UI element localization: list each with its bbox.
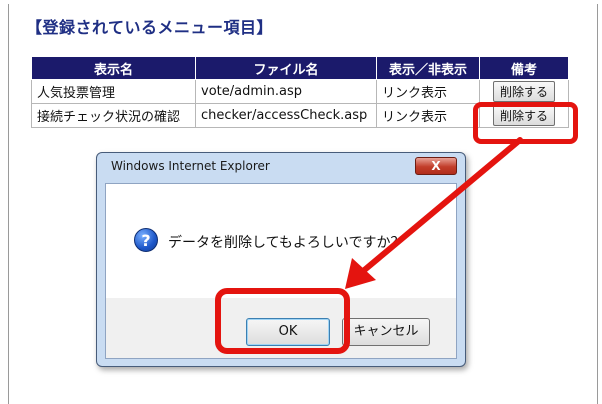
annotation-arrow <box>345 137 523 289</box>
arrow-shaft <box>359 137 523 275</box>
